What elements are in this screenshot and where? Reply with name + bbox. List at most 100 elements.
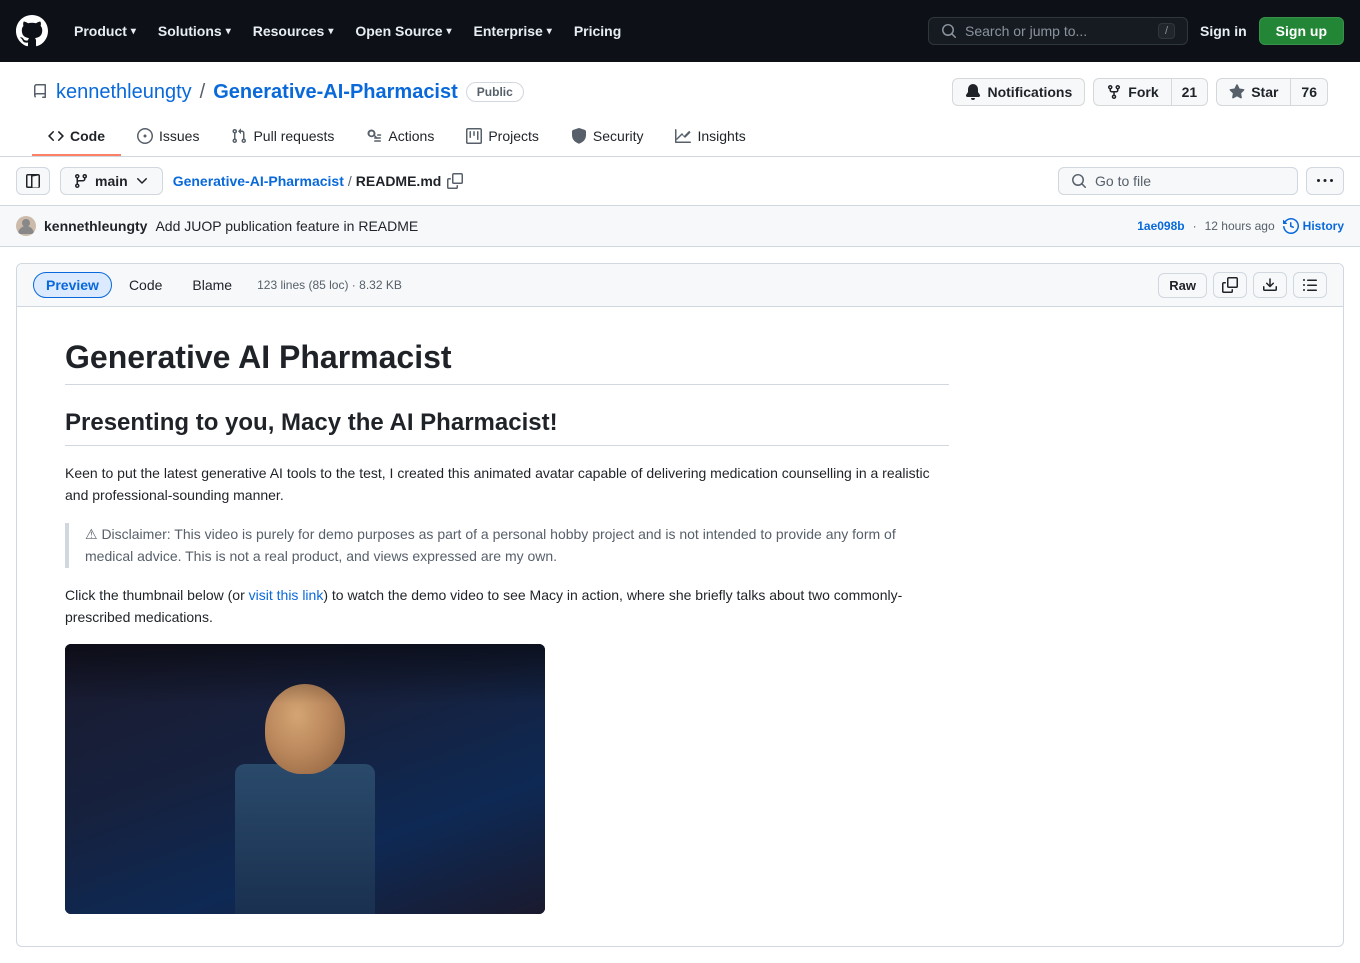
copy-path-button[interactable]	[445, 171, 465, 191]
nav-solutions[interactable]: Solutions ▾	[148, 17, 241, 45]
repo-icon	[32, 84, 48, 100]
sign-up-button[interactable]: Sign up	[1259, 17, 1344, 45]
sign-in-button[interactable]: Sign in	[1200, 23, 1247, 39]
actions-icon	[366, 128, 382, 144]
avatar-placeholder-icon	[16, 216, 36, 236]
tab-insights-label: Insights	[697, 128, 745, 144]
commit-right: 1ae098b · 12 hours ago History	[1137, 218, 1344, 234]
copy-raw-button[interactable]	[1213, 272, 1247, 298]
github-logo[interactable]	[16, 15, 48, 47]
commit-bar: kennethleungty Add JUOP publication feat…	[0, 206, 1360, 247]
tab-issues[interactable]: Issues	[121, 118, 215, 156]
tab-security-label: Security	[593, 128, 644, 144]
branch-icon	[73, 173, 89, 189]
chevron-down-icon: ▾	[447, 26, 452, 37]
video-thumbnail[interactable]	[65, 644, 545, 914]
repo-owner-link[interactable]: kennethleungty	[56, 81, 192, 104]
video-bg	[65, 644, 545, 914]
search-icon	[1071, 173, 1087, 189]
blame-tab-button[interactable]: Blame	[179, 272, 245, 298]
person-figure	[195, 674, 415, 914]
file-view-header: Preview Code Blame 123 lines (85 loc) · …	[17, 264, 1343, 307]
search-kbd: /	[1158, 23, 1175, 39]
nav-enterprise[interactable]: Enterprise ▾	[464, 17, 562, 45]
search-bar[interactable]: Search or jump to... /	[928, 17, 1188, 45]
tab-projects[interactable]: Projects	[450, 118, 555, 156]
pull-request-icon	[231, 128, 247, 144]
tab-actions-label: Actions	[388, 128, 434, 144]
tab-code[interactable]: Code	[32, 118, 121, 156]
markdown-content: Generative AI Pharmacist Presenting to y…	[17, 307, 997, 946]
tab-insights[interactable]: Insights	[659, 118, 761, 156]
file-view-container: Preview Code Blame 123 lines (85 loc) · …	[16, 263, 1344, 947]
code-icon	[48, 128, 64, 144]
chevron-down-icon	[134, 173, 150, 189]
raw-button[interactable]: Raw	[1158, 273, 1207, 298]
nav-right: Search or jump to... / Sign in Sign up	[928, 17, 1344, 45]
repo-name-link[interactable]: Generative-AI-Pharmacist	[213, 81, 458, 104]
tab-actions[interactable]: Actions	[350, 118, 450, 156]
chevron-down-icon: ▾	[226, 26, 231, 37]
issues-icon	[137, 128, 153, 144]
markdown-h2: Presenting to you, Macy the AI Pharmacis…	[65, 409, 949, 446]
sidebar-toggle-button[interactable]	[16, 167, 50, 195]
copy-icon	[1222, 277, 1238, 293]
file-meta: 123 lines (85 loc) · 8.32 KB	[257, 278, 402, 292]
github-logo-icon	[16, 15, 48, 47]
download-icon	[1262, 277, 1278, 293]
click-text-before: Click the thumbnail below (or	[65, 587, 249, 603]
branch-button[interactable]: main	[60, 167, 163, 195]
file-bar-right: Go to file	[1058, 167, 1344, 195]
repo-slash: /	[200, 81, 206, 104]
fork-button[interactable]: Fork	[1093, 78, 1170, 106]
more-options-button[interactable]	[1306, 167, 1344, 195]
breadcrumb-repo-link[interactable]: Generative-AI-Pharmacist	[173, 173, 344, 189]
tab-pull-requests[interactable]: Pull requests	[215, 118, 350, 156]
visibility-badge: Public	[466, 82, 524, 102]
repo-tabs: Code Issues Pull requests Actions Projec…	[32, 118, 1328, 156]
markdown-disclaimer: ⚠ Disclaimer: This video is purely for d…	[85, 523, 933, 568]
chevron-down-icon: ▾	[547, 26, 552, 37]
fork-icon	[1106, 84, 1122, 100]
star-button[interactable]: Star	[1216, 78, 1290, 106]
commit-separator: ·	[1193, 219, 1197, 233]
star-button-group: Star 76	[1216, 78, 1328, 106]
history-button[interactable]: History	[1283, 218, 1344, 234]
visit-link[interactable]: visit this link	[249, 587, 324, 603]
security-icon	[571, 128, 587, 144]
nav-resources[interactable]: Resources ▾	[243, 17, 344, 45]
chevron-down-icon: ▾	[328, 26, 333, 37]
file-actions: Raw	[1158, 272, 1327, 298]
repo-header: kennethleungty / Generative-AI-Pharmacis…	[0, 62, 1360, 157]
nav-product[interactable]: Product ▾	[64, 17, 146, 45]
fork-count-button[interactable]: 21	[1171, 78, 1209, 106]
breadcrumb-separator: /	[348, 173, 352, 189]
chevron-down-icon: ▾	[131, 26, 136, 37]
preview-tab-button[interactable]: Preview	[33, 272, 112, 298]
nav-pricing[interactable]: Pricing	[564, 17, 631, 45]
file-bar: main Generative-AI-Pharmacist / README.m…	[0, 157, 1360, 206]
repo-title-row: kennethleungty / Generative-AI-Pharmacis…	[32, 78, 1328, 106]
insights-icon	[675, 128, 691, 144]
list-icon	[1302, 277, 1318, 293]
nav-open-source[interactable]: Open Source ▾	[345, 17, 461, 45]
tab-projects-label: Projects	[488, 128, 539, 144]
tab-security[interactable]: Security	[555, 118, 660, 156]
markdown-click-text: Click the thumbnail below (or visit this…	[65, 584, 949, 629]
notifications-button[interactable]: Notifications	[952, 78, 1085, 106]
tab-issues-label: Issues	[159, 128, 199, 144]
copy-icon	[447, 173, 463, 189]
history-icon	[1283, 218, 1299, 234]
code-tab-button[interactable]: Code	[116, 272, 175, 298]
goto-file-input[interactable]: Go to file	[1058, 167, 1298, 195]
commit-message: Add JUOP publication feature in README	[155, 218, 418, 234]
raw-lines-button[interactable]	[1293, 272, 1327, 298]
commit-sha-link[interactable]: 1ae098b	[1137, 219, 1184, 233]
commit-author[interactable]: kennethleungty	[44, 218, 147, 234]
repo-actions: Notifications Fork 21 Star 76	[952, 78, 1328, 106]
download-button[interactable]	[1253, 272, 1287, 298]
search-icon	[941, 23, 957, 39]
top-overlay	[65, 644, 545, 704]
star-count-button[interactable]: 76	[1290, 78, 1328, 106]
bell-icon	[965, 84, 981, 100]
